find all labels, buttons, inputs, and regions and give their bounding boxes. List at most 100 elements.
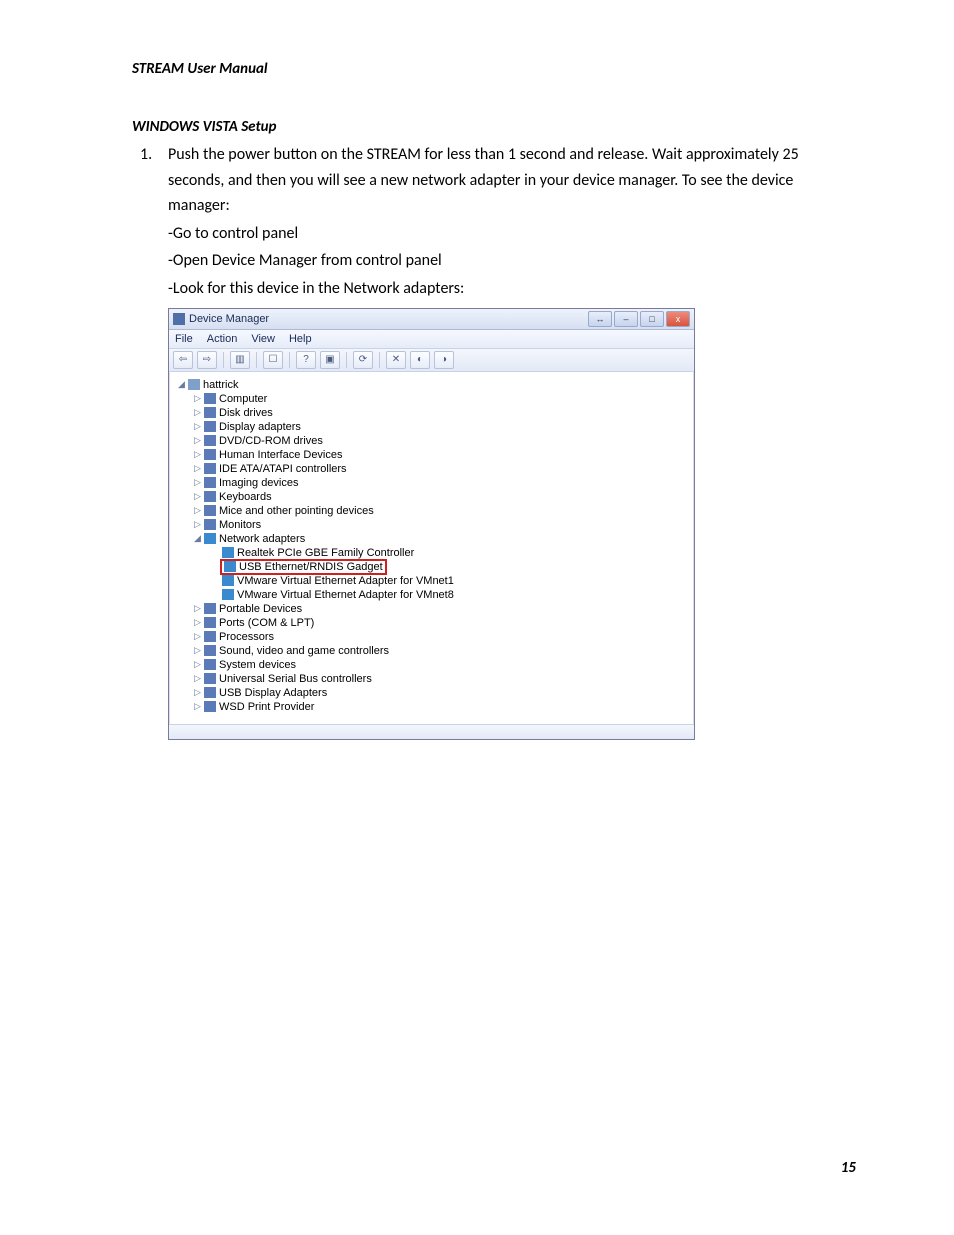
forward-icon[interactable]: ⇨ — [197, 351, 217, 369]
update-driver-icon[interactable]: ⟳ — [353, 351, 373, 369]
tree-device[interactable]: VMware Virtual Ethernet Adapter for VMne… — [177, 574, 690, 588]
device-icon — [204, 421, 216, 432]
tree-label: IDE ATA/ATAPI controllers — [219, 463, 347, 475]
chevron-right-icon: ▷ — [193, 659, 202, 670]
window-controls: ↔ – □ x — [588, 311, 690, 327]
minimize-button[interactable]: – — [614, 311, 638, 327]
sub-step-1: -Go to control panel — [168, 221, 856, 247]
chevron-right-icon: ▷ — [193, 505, 202, 516]
tree-category[interactable]: ▷WSD Print Provider — [177, 700, 690, 714]
device-icon — [204, 491, 216, 502]
tree-device[interactable]: Realtek PCIe GBE Family Controller — [177, 546, 690, 560]
section-title: WINDOWS VISTA Setup — [132, 118, 856, 136]
menu-action[interactable]: Action — [207, 333, 238, 345]
chevron-right-icon: ▷ — [193, 421, 202, 432]
menubar: File Action View Help — [169, 330, 694, 349]
tree-label: Monitors — [219, 519, 261, 531]
tree-label: Disk drives — [219, 407, 273, 419]
maximize-button[interactable]: □ — [640, 311, 664, 327]
close-button[interactable]: x — [666, 311, 690, 327]
device-icon — [204, 519, 216, 530]
menu-file[interactable]: File — [175, 333, 193, 345]
menu-view[interactable]: View — [251, 333, 275, 345]
device-manager-window: Device Manager ↔ – □ x File Action View … — [168, 308, 695, 740]
chevron-right-icon: ▷ — [193, 519, 202, 530]
toolbar-separator — [346, 352, 347, 368]
chevron-down-icon: ◢ — [193, 533, 202, 544]
tree-device-highlighted[interactable]: USB Ethernet/RNDIS Gadget — [177, 560, 690, 574]
chevron-right-icon: ▷ — [193, 491, 202, 502]
tree-label: Ports (COM & LPT) — [219, 617, 314, 629]
toolbar-separator — [379, 352, 380, 368]
chevron-right-icon: ▷ — [193, 449, 202, 460]
network-adapter-icon — [222, 589, 234, 600]
tree-category[interactable]: ▷Mice and other pointing devices — [177, 504, 690, 518]
device-icon — [204, 393, 216, 404]
tree-device[interactable]: VMware Virtual Ethernet Adapter for VMne… — [177, 588, 690, 602]
device-icon — [204, 603, 216, 614]
chevron-right-icon: ▷ — [193, 407, 202, 418]
tree-label: System devices — [219, 659, 296, 671]
device-icon — [204, 477, 216, 488]
app-icon — [173, 313, 185, 325]
tree-label: Processors — [219, 631, 274, 643]
tree-category[interactable]: ▷ Monitors — [177, 518, 690, 532]
tree-category[interactable]: ▷Portable Devices — [177, 602, 690, 616]
tree-root[interactable]: ◢ hattrick — [177, 378, 690, 392]
tree-category[interactable]: ▷Human Interface Devices — [177, 448, 690, 462]
network-adapter-icon — [222, 575, 234, 586]
tree-category[interactable]: ▷Display adapters — [177, 420, 690, 434]
computer-icon — [188, 379, 200, 390]
chevron-right-icon: ▷ — [193, 687, 202, 698]
disable-icon[interactable]: ◐ — [410, 351, 430, 369]
tree-category[interactable]: ▷Imaging devices — [177, 476, 690, 490]
tree-label: Sound, video and game controllers — [219, 645, 389, 657]
page-number: 15 — [841, 1159, 856, 1177]
chevron-right-icon: ▷ — [193, 673, 202, 684]
enable-icon[interactable]: ◑ — [434, 351, 454, 369]
device-icon — [204, 687, 216, 698]
chevron-down-icon: ◢ — [177, 379, 186, 390]
device-icon — [204, 617, 216, 628]
help-icon[interactable]: ? — [296, 351, 316, 369]
uninstall-icon[interactable]: ✕ — [386, 351, 406, 369]
device-icon — [204, 505, 216, 516]
device-icon — [204, 659, 216, 670]
resize-button[interactable]: ↔ — [588, 311, 612, 327]
tree-category[interactable]: ▷IDE ATA/ATAPI controllers — [177, 462, 690, 476]
properties-icon[interactable]: ☐ — [263, 351, 283, 369]
toolbar-separator — [223, 352, 224, 368]
chevron-right-icon: ▷ — [193, 603, 202, 614]
tree-label: Network adapters — [219, 533, 305, 545]
tree-category-network[interactable]: ◢ Network adapters — [177, 532, 690, 546]
toolbar-separator — [289, 352, 290, 368]
chevron-right-icon: ▷ — [193, 393, 202, 404]
tree-category[interactable]: ▷DVD/CD-ROM drives — [177, 434, 690, 448]
tree-category[interactable]: ▷Keyboards — [177, 490, 690, 504]
device-tree: ◢ hattrick ▷Computer ▷ Disk drives ▷Displa… — [169, 372, 694, 724]
tree-category[interactable]: ▷ Processors — [177, 630, 690, 644]
scan-icon[interactable]: ▣ — [320, 351, 340, 369]
tree-label: hattrick — [203, 379, 238, 391]
device-icon — [204, 463, 216, 474]
tree-category[interactable]: ▷ Disk drives — [177, 406, 690, 420]
back-icon[interactable]: ⇦ — [173, 351, 193, 369]
tree-label: Realtek PCIe GBE Family Controller — [237, 547, 414, 559]
tree-label: DVD/CD-ROM drives — [219, 435, 323, 447]
chevron-right-icon: ▷ — [193, 645, 202, 656]
sub-step-3: -Look for this device in the Network ada… — [168, 276, 856, 302]
toolbar-separator — [256, 352, 257, 368]
tree-label: WSD Print Provider — [219, 701, 314, 713]
menu-help[interactable]: Help — [289, 333, 312, 345]
titlebar[interactable]: Device Manager ↔ – □ x — [169, 309, 694, 330]
tree-category[interactable]: ▷ System devices — [177, 658, 690, 672]
tree-category[interactable]: ▷USB Display Adapters — [177, 686, 690, 700]
show-hidden-icon[interactable]: ▥ — [230, 351, 250, 369]
tree-category[interactable]: ▷ Universal Serial Bus controllers — [177, 672, 690, 686]
chevron-right-icon: ▷ — [193, 631, 202, 642]
tree-category[interactable]: ▷Computer — [177, 392, 690, 406]
tree-category[interactable]: ▷Ports (COM & LPT) — [177, 616, 690, 630]
tree-category[interactable]: ▷ Sound, video and game controllers — [177, 644, 690, 658]
tree-label: Universal Serial Bus controllers — [219, 673, 372, 685]
step-number: 1. — [140, 142, 160, 168]
